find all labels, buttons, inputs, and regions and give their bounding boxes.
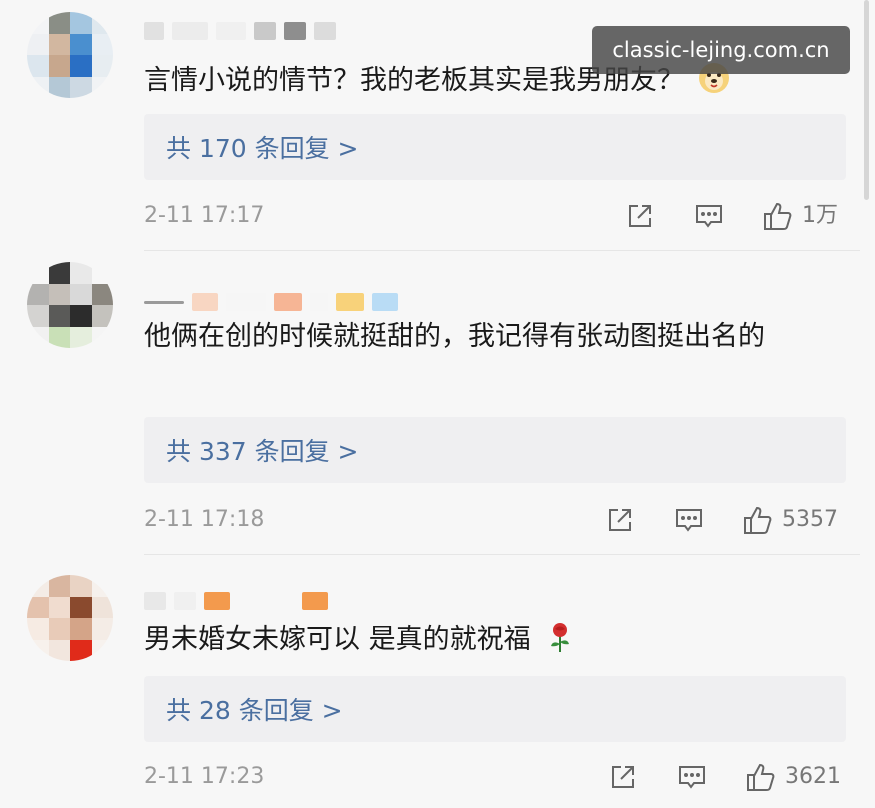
thumbs-up-icon <box>764 202 792 230</box>
comment-meta: 2-11 17:18 5357 <box>144 503 846 537</box>
comment-text: 他俩在创的时候就挺甜的，我记得有张动图挺出名的 <box>144 315 844 358</box>
rose-emoji-icon <box>551 623 570 652</box>
comment-item: 男未婚女未嫁可以 是真的就祝福 共 28 条回复 > 2-11 17:23 36… <box>0 558 860 808</box>
reply-button[interactable] <box>694 199 724 233</box>
thumbs-up-icon <box>744 506 772 534</box>
like-count: 3621 <box>785 764 841 789</box>
scrollbar[interactable] <box>864 0 869 200</box>
like-button[interactable]: 5357 <box>742 503 838 537</box>
reply-button[interactable] <box>674 503 704 537</box>
comment-icon <box>676 509 702 532</box>
share-button[interactable] <box>625 199 655 233</box>
reply-button[interactable] <box>677 760 707 794</box>
comment-item: 他俩在创的时候就挺甜的，我记得有张动图挺出名的 共 337 条回复 > 2-11… <box>0 255 860 555</box>
avatar[interactable] <box>27 575 113 661</box>
comment-text: 男未婚女未嫁可以 是真的就祝福 <box>144 618 844 661</box>
timestamp: 2-11 17:17 <box>144 203 265 228</box>
comment-icon <box>696 205 722 228</box>
share-icon <box>629 205 651 227</box>
username-blurred[interactable] <box>144 20 336 42</box>
like-button[interactable]: 3621 <box>745 760 841 794</box>
avatar[interactable] <box>27 262 113 348</box>
divider <box>144 250 860 251</box>
divider <box>144 554 860 555</box>
like-button[interactable]: 1万 <box>762 199 838 233</box>
timestamp: 2-11 17:23 <box>144 764 265 789</box>
comment-meta: 2-11 17:17 1万 <box>144 199 846 233</box>
thumbs-up-icon <box>747 763 775 791</box>
view-replies-link[interactable]: 共 28 条回复 > <box>144 676 846 742</box>
comment-meta: 2-11 17:23 3621 <box>144 760 846 794</box>
share-button[interactable] <box>605 503 635 537</box>
username-blurred[interactable] <box>144 291 398 313</box>
comment-text-content: 男未婚女未嫁可以 是真的就祝福 <box>144 624 531 655</box>
like-count: 5357 <box>782 507 838 532</box>
share-icon <box>609 509 631 531</box>
view-replies-link[interactable]: 共 337 条回复 > <box>144 417 846 483</box>
view-replies-link[interactable]: 共 170 条回复 > <box>144 114 846 180</box>
username-blurred[interactable] <box>144 590 328 612</box>
comment-icon <box>679 766 705 789</box>
timestamp: 2-11 17:18 <box>144 507 265 532</box>
avatar[interactable] <box>27 12 113 98</box>
like-count: 1万 <box>802 203 838 228</box>
site-watermark: classic-lejing.com.cn <box>592 26 850 74</box>
share-button[interactable] <box>608 760 638 794</box>
share-icon <box>612 766 634 788</box>
comment-list: 言情小说的情节？我的老板其实是我男朋友？ 共 170 条回复 > 2-11 17… <box>0 0 875 808</box>
comment-text-content: 他俩在创的时候就挺甜的，我记得有张动图挺出名的 <box>144 321 765 352</box>
